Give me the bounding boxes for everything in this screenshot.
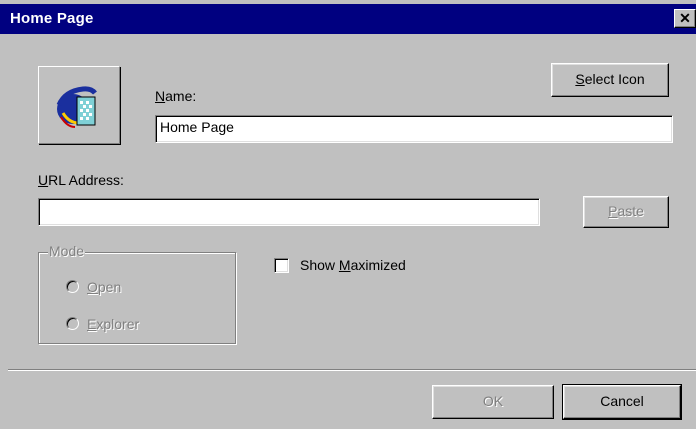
icon-preview-frame <box>38 66 120 144</box>
paste-button[interactable]: Paste <box>583 196 669 228</box>
radio-button-icon <box>66 280 79 293</box>
footer-separator <box>8 369 696 371</box>
name-field[interactable]: Home Page <box>155 115 673 143</box>
title-bar[interactable]: Home Page ✕ <box>0 4 696 34</box>
close-button[interactable]: ✕ <box>674 9 696 28</box>
mode-group-legend: Mode <box>48 243 86 259</box>
radio-button-icon <box>66 317 79 330</box>
url-address-label: URL Address: <box>38 172 124 188</box>
show-maximized-checkbox[interactable] <box>274 258 289 273</box>
mode-explorer-label: Explorer <box>87 316 140 332</box>
name-field-value: Home Page <box>160 119 234 135</box>
name-label: Name: <box>155 88 197 104</box>
close-icon: ✕ <box>679 10 691 26</box>
mode-open-label: Open <box>87 279 122 295</box>
show-maximized-label[interactable]: Show Maximized <box>300 257 406 273</box>
cancel-button[interactable]: Cancel <box>562 384 682 420</box>
select-icon-button[interactable]: Select Icon <box>551 63 669 97</box>
select-icon-mnemonic: S <box>575 71 585 87</box>
window-title: Home Page <box>10 10 94 27</box>
ok-button[interactable]: OK <box>432 385 554 419</box>
url-address-field[interactable] <box>38 198 540 226</box>
ok-button-label: OK <box>482 393 504 409</box>
internet-explorer-icon <box>56 86 97 128</box>
select-icon-label: elect Icon <box>584 71 645 87</box>
cancel-button-label: Cancel <box>600 393 644 409</box>
home-page-dialog: Home Page ✕ Select Icon Name: Home Page … <box>0 0 696 429</box>
